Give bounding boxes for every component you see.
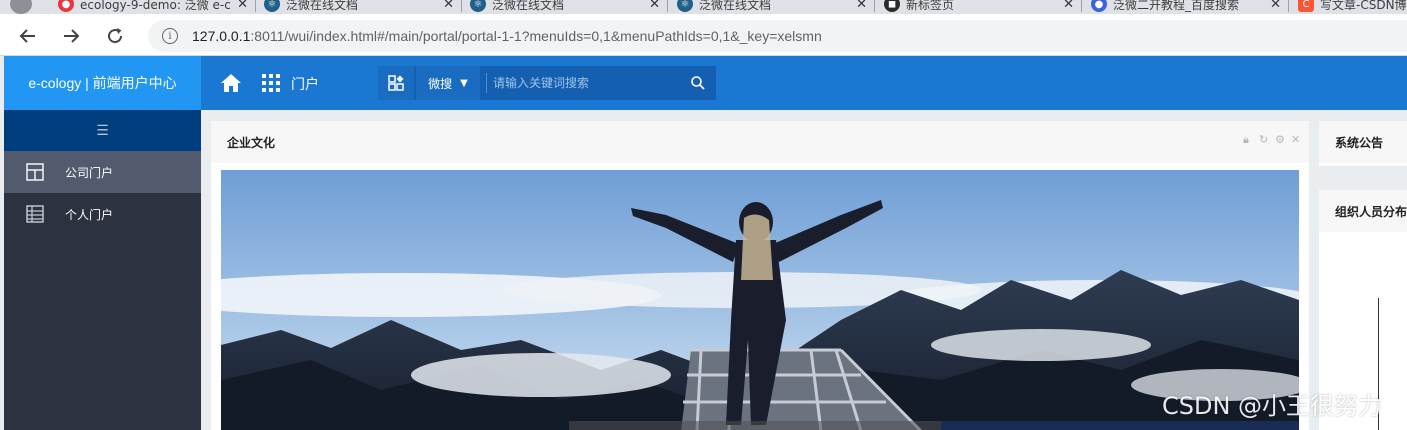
close-icon[interactable]: ✕ [1270,0,1281,12]
browser-tab[interactable]: ⚛ 泛微在线文档 ✕ [264,0,460,14]
browser-tab[interactable]: C 写文章-CSDN博 [1298,0,1407,14]
home-icon[interactable] [220,73,242,93]
tab-title: 泛微在线文档 [286,0,359,12]
tab-title: 新标签页 [906,0,955,12]
portal-menu-label[interactable]: 门户 [291,74,319,94]
browser-tab[interactable]: ◼ 新标签页 ✕ [884,0,1080,14]
menu-collapse-icon[interactable]: ☰ [4,110,201,151]
gear-icon[interactable]: ⚙ [1275,134,1285,145]
banner-caption [941,421,1299,430]
close-icon[interactable]: ✕ [1063,0,1074,12]
tab-divider [667,0,668,12]
search-input[interactable] [486,73,676,93]
panel-title: 组织人员分布 [1335,204,1407,219]
forward-arrow-icon[interactable] [57,22,85,50]
profile-avatar[interactable] [10,0,32,14]
panel-tools: 🔒︎ ↻ ⚙ ✕ [1243,134,1301,145]
culture-panel-header: 企业文化 [211,121,1309,163]
screen: ● ecology-9-demo: 泛微 e-co ✕ ⚛ 泛微在线文档 ✕ ⚛… [0,0,1407,430]
culture-panel: 企业文化 🔒︎ ↻ ⚙ ✕ [211,121,1309,430]
sidebar-item-personal-portal[interactable]: 个人门户 [4,193,201,235]
baidu-icon: ● [1091,0,1107,12]
company-portal-icon [26,163,44,181]
search-type-select[interactable]: 微搜 ▼ [416,66,480,100]
tab-divider [1081,0,1082,12]
app-header: e-cology | 前端用户中心 门户 微搜 ▼ [4,56,1407,110]
panel-title: 企业文化 [227,135,276,150]
browser-tab[interactable]: ⚛ 泛微在线文档 ✕ [677,0,873,14]
banner-photo [221,170,1299,430]
browser-tab[interactable]: ● 泛微二开教程_百度搜索 ✕ [1091,0,1287,14]
browser-tab-strip: ● ecology-9-demo: 泛微 e-co ✕ ⚛ 泛微在线文档 ✕ ⚛… [0,0,1407,14]
reload-icon[interactable] [101,22,129,50]
search-icon[interactable] [690,75,706,91]
personal-portal-icon [26,205,44,223]
address-bar[interactable]: i 127.0.0.1:8011/wui/index.html#/main/po… [148,20,1407,52]
tab-divider [461,0,462,12]
react-icon: ⚛ [470,0,486,12]
search-apps-icon[interactable] [378,66,414,100]
announcement-panel: 系统公告 [1319,121,1407,166]
panel-title: 系统公告 [1335,135,1384,150]
info-icon[interactable]: i [162,28,178,44]
announcement-panel-header: 系统公告 [1319,121,1407,163]
sidebar-item-company-portal[interactable]: 公司门户 [4,151,201,193]
lock-icon[interactable]: 🔒︎ [1243,134,1253,145]
tab-title: 写文章-CSDN博 [1320,0,1407,12]
culture-banner-image[interactable] [221,170,1299,430]
tab-title: 泛微在线文档 [492,0,565,12]
browser-tab[interactable]: ● ecology-9-demo: 泛微 e-co ✕ [58,0,254,14]
close-icon[interactable]: ✕ [649,0,660,12]
search-bar: 微搜 ▼ [378,66,716,100]
close-icon[interactable]: ✕ [237,0,248,12]
sidebar-item-label: 个人门户 [65,207,114,222]
org-panel-header: 组织人员分布 [1319,190,1407,232]
tab-title: ecology-9-demo: 泛微 e-co [80,0,230,12]
sidebar: ☰ 公司门户 个人门户 [4,110,201,430]
chevron-down-icon: ▼ [460,77,468,89]
browser-tab[interactable]: ⚛ 泛微在线文档 ✕ [470,0,666,14]
tab-divider [874,0,875,12]
search-type-label: 微搜 [428,76,453,91]
tab-title: 泛微在线文档 [699,0,772,12]
brand-title[interactable]: e-cology | 前端用户中心 [4,56,201,110]
react-icon: ⚛ [677,0,693,12]
banner-caption [569,421,941,430]
browser-toolbar: i 127.0.0.1:8011/wui/index.html#/main/po… [0,14,1407,56]
csdn-icon: C [1298,0,1314,12]
react-icon: ⚛ [264,0,280,12]
tab-divider [1288,0,1289,12]
sidebar-item-label: 公司门户 [65,165,114,180]
back-arrow-icon[interactable] [14,22,42,50]
newtab-icon: ◼ [884,0,900,12]
url-text: 127.0.0.1:8011/wui/index.html#/main/port… [192,28,822,44]
close-icon[interactable]: ✕ [856,0,867,12]
apps-grid-icon[interactable] [261,73,281,93]
ecology-icon: ● [58,0,74,12]
close-icon[interactable]: ✕ [443,0,454,12]
tab-divider [255,0,256,12]
watermark: CSDN @小王很努力 [1162,392,1383,420]
url-path: :8011/wui/index.html#/main/portal/portal… [250,28,822,44]
tab-title: 泛微二开教程_百度搜索 [1113,0,1240,12]
url-host: 127.0.0.1 [192,28,251,44]
close-icon[interactable]: ✕ [1291,134,1301,145]
refresh-icon[interactable]: ↻ [1259,134,1269,145]
